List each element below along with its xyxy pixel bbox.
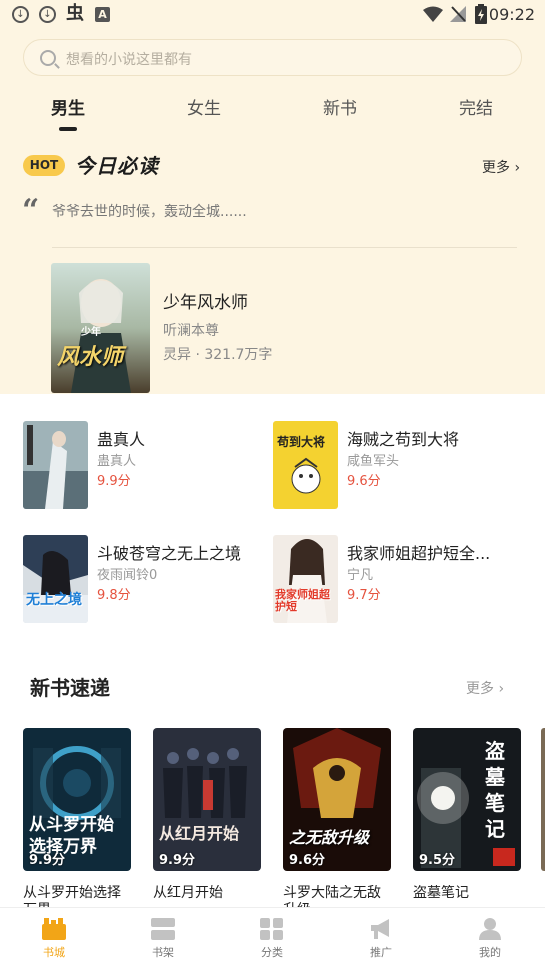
nav-label: 我的 [479,946,501,959]
tab-female[interactable]: 女生 [187,94,221,119]
quote-icon: “ [22,193,40,228]
book-cover: 之无敌升级 9.6分 [283,728,391,871]
featured-book-author: 听澜本尊 [163,323,219,339]
more-link-new-books[interactable]: 更多 › [466,678,504,698]
book-title: 斗破苍穹之无上之境 [97,544,242,563]
search-icon [40,50,56,66]
book-card[interactable]: 蛊真人 蛊真人 9.9分 [23,421,263,509]
download-icon: ↓ [39,6,56,23]
cover-text: 之无敌升级 [289,828,370,847]
app-a-icon: A [95,7,110,22]
clock: 09:22 [488,5,535,24]
more-label: 更多 [466,681,494,697]
book-score: 9.9分 [159,853,196,868]
featured-book-cover[interactable]: 少年 风水师 [51,263,150,393]
new-book-card[interactable]: 从斗罗开始选择万界 9.9分 从斗罗开始选择万界 [23,728,131,923]
download-icon: ↓ [12,6,29,23]
bug-icon: 虫 [66,2,84,24]
cover-text: 盗墓笔记 [485,739,505,841]
tab-male[interactable]: 男生 [51,94,85,119]
nav-label: 推广 [370,946,392,959]
grid-icon [260,918,284,940]
nav-me[interactable]: 我的 [460,918,520,960]
book-author: 蛊真人 [97,454,137,469]
tab-new[interactable]: 新书 [323,94,357,119]
bottom-nav: 书城 书架 分类 推广 我的 [0,907,545,970]
featured-cover-title: 风水师 [57,345,124,370]
bookstore-icon [42,918,66,940]
divider [52,247,517,248]
chevron-right-icon: › [514,160,521,176]
battery-icon [475,4,487,24]
nav-bookstore[interactable]: 书城 [24,918,84,960]
user-icon [478,918,502,940]
no-signal-icon [450,6,466,22]
tab-finished[interactable]: 完结 [459,94,493,119]
book-title: 蛊真人 [97,430,146,449]
megaphone-icon [369,918,393,940]
nav-promote[interactable]: 推广 [351,918,411,960]
next-book-peek [541,728,545,871]
book-score: 9.5分 [419,853,456,868]
featured-cover-subtitle: 少年 [81,327,101,338]
tab-indicator [59,127,77,131]
wifi-icon [423,6,443,22]
book-score: 9.6分 [347,474,381,489]
quote-text: 爷爷去世的时候，轰动全城...... [52,204,247,220]
new-book-card[interactable]: 从红月开始 9.9分 从红月开始 [153,728,261,923]
more-label: 更多 [482,160,510,176]
book-score: 9.7分 [347,588,381,603]
book-card[interactable]: 无上之境 斗破苍穹之无上之境 夜雨闻铃0 9.8分 [23,535,263,623]
hot-badge: HOT [23,155,65,176]
new-book-card[interactable]: 之无敌升级 9.6分 斗罗大陆之无敌升级 [283,728,391,923]
nav-category[interactable]: 分类 [242,918,302,960]
book-cover: 我家师姐超护短 [273,535,338,623]
book-title: 海贼之苟到大将 [347,430,460,449]
nav-label: 分类 [261,946,283,959]
book-cover: 无上之境 [23,535,88,623]
cover-text: 我家师姐超护短 [275,588,330,613]
cover-text: 苟到大将 [277,435,326,449]
nav-bookshelf[interactable]: 书架 [133,918,193,960]
new-book-card[interactable]: 盗墓笔记 9.5分 盗墓笔记 [413,728,521,923]
book-card[interactable]: 苟到大将 海贼之苟到大将 咸鱼军头 9.6分 [273,421,513,509]
chevron-right-icon: › [498,681,505,697]
nav-label: 书架 [152,946,174,959]
book-author: 咸鱼军头 [347,454,400,469]
book-cover: 从斗罗开始选择万界 9.9分 [23,728,131,871]
book-card[interactable]: 我家师姐超护短 我家师姐超护短全... 宁凡 9.7分 [273,535,513,623]
book-title: 我家师姐超护短全... [347,544,491,563]
more-link-today[interactable]: 更多 › [482,157,520,177]
featured-book-title[interactable]: 少年风水师 [163,288,248,313]
search-bar[interactable]: 想看的小说这里都有 [23,39,522,76]
book-author: 夜雨闻铃0 [97,568,158,583]
book-score: 9.9分 [29,853,66,868]
featured-book-meta: 灵异 · 321.7万字 [163,347,273,363]
book-cover [23,421,88,509]
section-title-today: 今日必读 [75,154,159,178]
book-cover: 从红月开始 9.9分 [153,728,261,871]
book-score: 9.6分 [289,853,326,868]
nav-label: 书城 [43,946,65,959]
cover-text: 无上之境 [26,592,82,608]
section-title-new-books: 新书速递 [30,676,110,700]
book-score: 9.8分 [97,588,131,603]
book-cover: 苟到大将 [273,421,338,509]
book-score: 9.9分 [97,474,131,489]
bookshelf-icon [151,918,175,940]
cover-text: 从红月开始 [159,824,240,843]
search-input[interactable]: 想看的小说这里都有 [66,49,192,69]
book-cover: 盗墓笔记 9.5分 [413,728,521,871]
status-bar: ↓ ↓ 虫 A 09:22 [0,0,545,30]
book-author: 宁凡 [347,568,374,583]
